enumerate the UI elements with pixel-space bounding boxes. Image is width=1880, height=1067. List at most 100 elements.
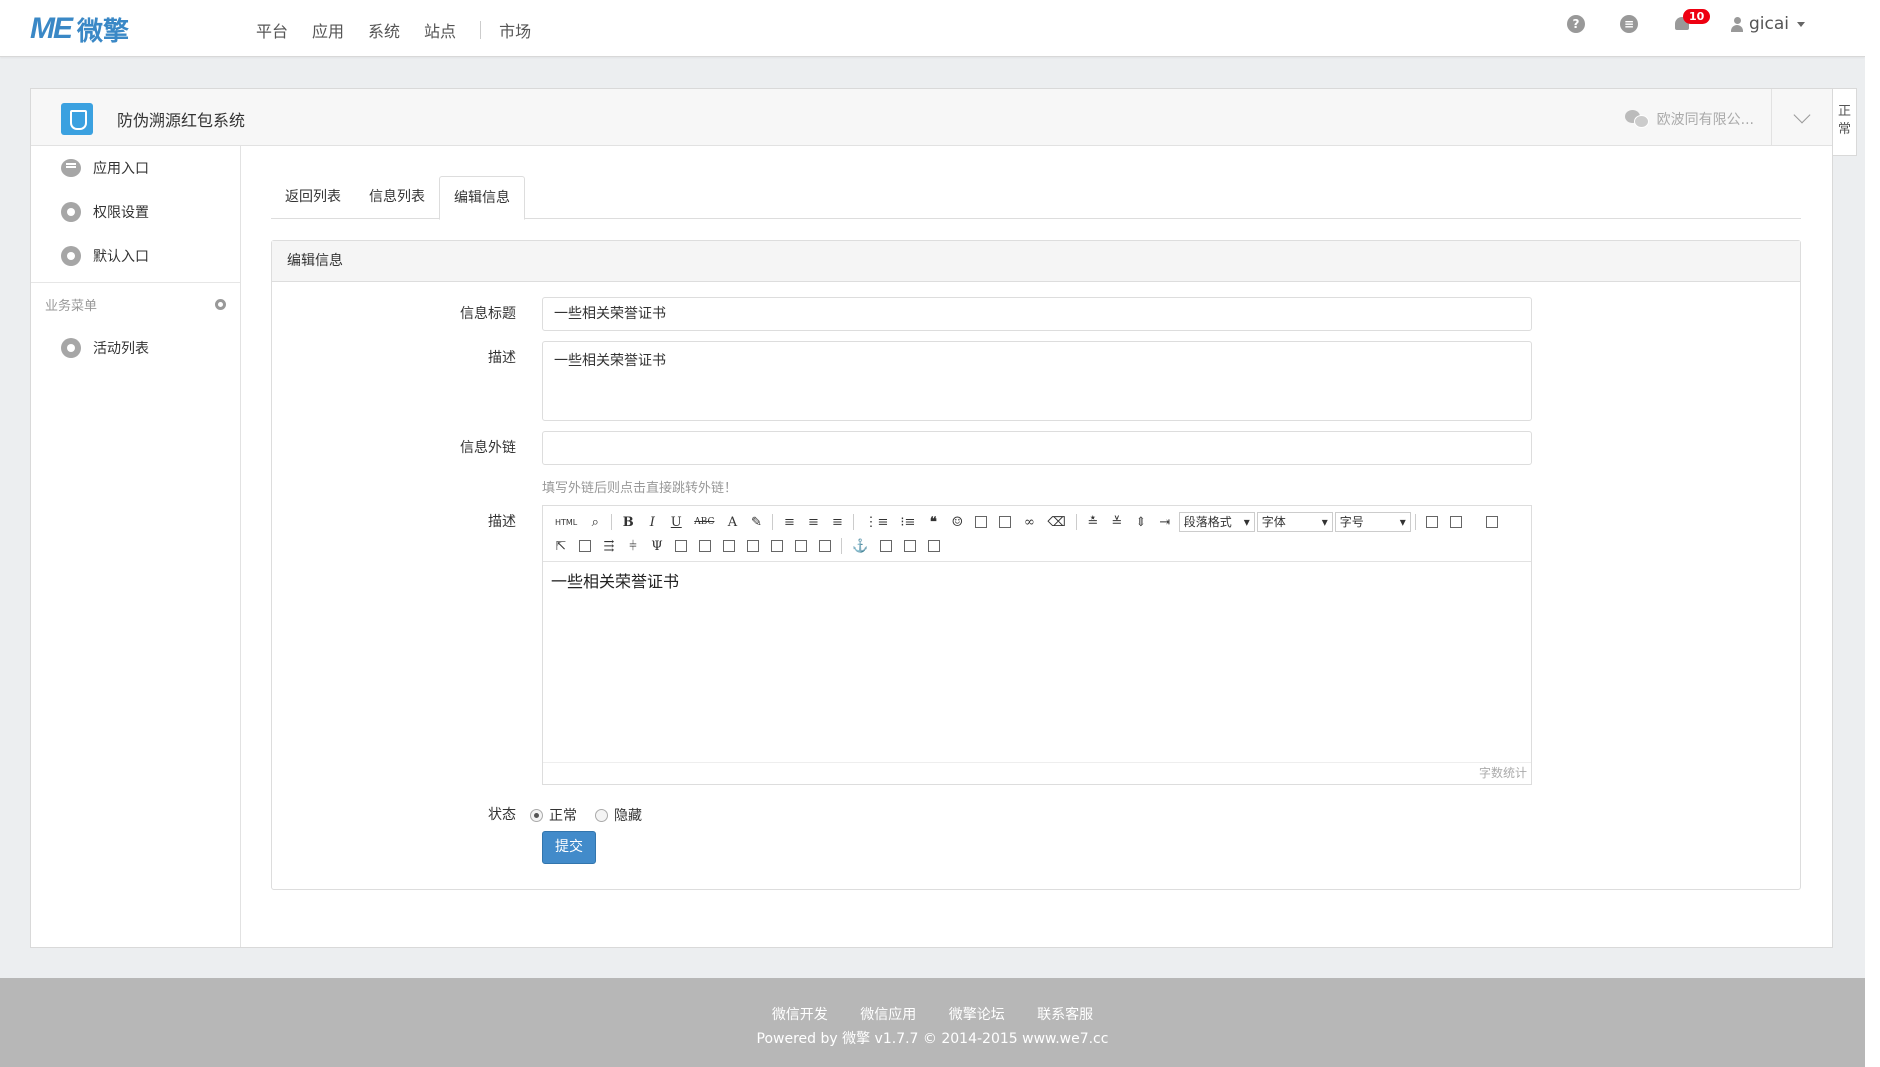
brand-logo[interactable]: ME 微擎 <box>30 12 130 47</box>
ordered-list-icon[interactable]: ⋮≡ <box>864 515 888 530</box>
submit-button[interactable]: 提交 <box>542 831 596 864</box>
font-family-select[interactable]: 字体 ▾ <box>1256 512 1333 532</box>
app-title: 防伪溯源红包系统 <box>117 111 246 130</box>
toolbar-row-2: ⇱ ⇶ ⫩ Ψ ⚓ <box>549 534 1525 558</box>
strikethrough-button[interactable]: ABC <box>694 517 714 527</box>
footer-link-wechat-dev[interactable]: 微信开发 <box>772 1007 828 1023</box>
split-icon[interactable]: Ψ <box>651 539 663 554</box>
settings-cog-icon[interactable] <box>215 299 226 310</box>
question-icon[interactable]: ? <box>1566 15 1585 33</box>
link-input[interactable] <box>542 431 1532 465</box>
align-center-icon[interactable]: ≡ <box>807 515 819 530</box>
split-cells-icon[interactable] <box>747 540 759 552</box>
title-input[interactable]: 一些相关荣誉证书 <box>542 297 1532 331</box>
line-height-icon[interactable]: ⇕ <box>1135 515 1147 530</box>
merge-cells-icon[interactable] <box>675 540 687 552</box>
tab-info-list[interactable]: 信息列表 <box>355 176 439 218</box>
eraser-icon[interactable]: ⌫ <box>1047 515 1065 530</box>
merge-right-icon[interactable] <box>699 540 711 552</box>
merge-down-icon[interactable] <box>723 540 735 552</box>
radio-normal[interactable] <box>530 808 543 822</box>
preview-icon[interactable]: ⌕ <box>589 515 601 530</box>
video-icon[interactable] <box>999 516 1012 528</box>
toolbar-separator <box>611 514 613 530</box>
editor-content[interactable]: 一些相关荣誉证书 <box>543 562 1531 762</box>
link-icon[interactable]: ∞ <box>1023 515 1035 530</box>
sidebar-item-app-entry[interactable]: 应用入口 <box>31 146 240 190</box>
logo-cn-text: 微擎 <box>77 16 130 47</box>
indent-icon[interactable]: ⇥ <box>1159 515 1171 530</box>
table-icon[interactable] <box>1425 516 1438 528</box>
user-menu[interactable]: gicai <box>1730 14 1805 34</box>
app-header: 防伪溯源红包系统 欧波同有限公... <box>31 89 1832 146</box>
footer-link-wechat-apps[interactable]: 微信应用 <box>860 1007 916 1023</box>
panel-title: 编辑信息 <box>272 241 1800 282</box>
sidebar-item-permissions[interactable]: 权限设置 <box>31 190 240 234</box>
underline-button[interactable]: U <box>670 515 682 530</box>
logo-me-text: ME <box>30 12 73 45</box>
account-switcher[interactable]: 欧波同有限公... <box>1624 109 1754 129</box>
insert-row-icon[interactable] <box>579 540 591 552</box>
radio-hidden[interactable] <box>595 808 608 822</box>
username: gicai <box>1748 14 1789 34</box>
bold-button[interactable]: B <box>622 515 634 530</box>
status-options: 正常 隐藏 <box>530 805 642 825</box>
insert-col-icon[interactable]: ⇶ <box>603 539 615 554</box>
footer-link-forum[interactable]: 微擎论坛 <box>949 1007 1005 1023</box>
sidebar-item-activity-list[interactable]: 活动列表 <box>31 326 240 370</box>
footer-link-support[interactable]: 联系客服 <box>1037 1007 1093 1023</box>
unordered-list-icon[interactable]: ⁝≡ <box>900 515 915 530</box>
align-left-icon[interactable]: ≡ <box>783 515 795 530</box>
anchor-icon[interactable]: ⚓ <box>852 539 868 554</box>
sidebar-item-label: 默认入口 <box>93 249 149 265</box>
sidebar-item-default-entry[interactable]: 默认入口 <box>31 234 240 278</box>
page-footer: 微信开发 微信应用 微擎论坛 联系客服 Powered by 微擎 v1.7.7… <box>0 978 1865 1067</box>
shield-icon <box>61 103 93 135</box>
app-panel: 防伪溯源红包系统 欧波同有限公... 应用入口 权限设置 默认入口 业务菜单 活… <box>30 88 1833 948</box>
fullscreen-icon[interactable] <box>1485 516 1498 528</box>
delete-col-icon[interactable]: ⫩ <box>627 539 639 554</box>
paste-icon[interactable] <box>928 540 941 552</box>
font-family-value: 字体 <box>1261 515 1286 529</box>
chat-icon <box>61 159 81 177</box>
emoji-icon[interactable]: ☺ <box>951 515 964 530</box>
nav-item-platform[interactable]: 平台 <box>256 18 288 42</box>
delete-table-icon[interactable] <box>819 540 831 552</box>
toolbar-row-1: HTML ⌕ B I U ABC A ✎ ≡ ≡ ≡ ⋮≡ ⁝≡ ❝ ☺ ∞ ⌫… <box>549 510 1525 534</box>
message-icon[interactable]: ≡ <box>1619 15 1638 33</box>
page-break-icon[interactable] <box>880 540 893 552</box>
tab-edit-info[interactable]: 编辑信息 <box>439 176 525 220</box>
status-side-tab[interactable]: 正常 <box>1833 88 1857 156</box>
italic-button[interactable]: I <box>646 515 658 530</box>
split-rows-icon[interactable] <box>771 540 783 552</box>
template-icon[interactable] <box>1449 516 1462 528</box>
quote-icon[interactable]: ❝ <box>927 515 939 530</box>
split-cols-icon[interactable] <box>795 540 807 552</box>
font-size-select[interactable]: 字号 ▾ <box>1334 512 1411 532</box>
tab-back-to-list[interactable]: 返回列表 <box>271 176 355 218</box>
toolbar-separator <box>853 514 855 530</box>
text-direction-icon[interactable]: ⇱ <box>555 539 567 554</box>
chevron-down-icon[interactable] <box>1793 106 1811 124</box>
paragraph-format-select[interactable]: 段落格式 ▾ <box>1178 512 1255 532</box>
radio-hidden-label[interactable]: 隐藏 <box>614 805 642 825</box>
nav-item-market[interactable]: 市场 <box>499 18 531 42</box>
image-icon[interactable] <box>975 516 988 528</box>
nav-item-site[interactable]: 站点 <box>424 18 456 42</box>
nav-item-system[interactable]: 系统 <box>368 18 400 42</box>
highlight-icon[interactable]: ✎ <box>750 515 762 530</box>
nav-item-apps[interactable]: 应用 <box>312 18 344 42</box>
paragraph-spacing-icon[interactable]: ≚ <box>1111 515 1123 530</box>
row-spacing-icon[interactable]: ≛ <box>1087 515 1099 530</box>
toolbar-separator <box>841 538 842 554</box>
notification-bell-icon[interactable]: 10 <box>1673 9 1711 33</box>
font-color-button[interactable]: A <box>726 515 738 530</box>
print-icon[interactable] <box>904 540 917 552</box>
html-source-button[interactable]: HTML <box>555 518 577 527</box>
align-right-icon[interactable]: ≡ <box>831 515 843 530</box>
description-textarea[interactable]: 一些相关荣誉证书 <box>542 341 1532 421</box>
radio-normal-label[interactable]: 正常 <box>549 805 577 825</box>
sidebar-item-label: 应用入口 <box>93 161 149 177</box>
status-row: 状态 正常 隐藏 <box>272 805 642 825</box>
user-icon <box>1730 16 1743 32</box>
